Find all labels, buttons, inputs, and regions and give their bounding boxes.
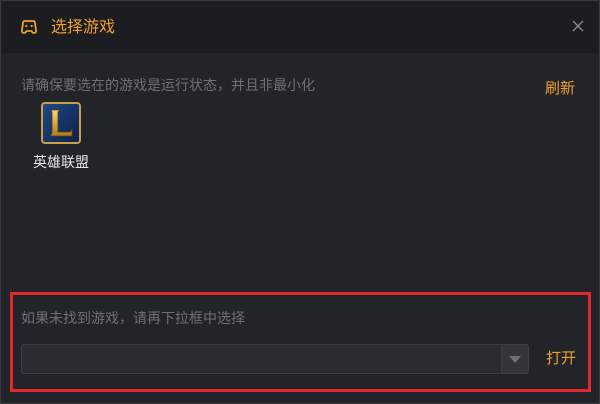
manual-select-hint: 如果未找到游戏，请再下拉框中选择 <box>21 311 245 327</box>
running-game-hint: 请确保要选在的游戏是运行状态，并且非最小化 <box>21 78 315 94</box>
game-item-league-of-legends[interactable]: 英雄联盟 <box>25 102 97 178</box>
select-game-dialog: 选择游戏 请确保要选在的游戏是运行状态，并且非最小化 刷新 英雄联盟 如果未找到… <box>0 0 600 404</box>
gamepad-icon <box>20 19 38 35</box>
dropdown-toggle[interactable] <box>501 345 528 373</box>
game-name: 英雄联盟 <box>33 155 89 171</box>
title-bar: 选择游戏 <box>1 1 599 53</box>
chevron-down-icon <box>509 356 521 363</box>
league-of-legends-icon <box>41 102 81 144</box>
open-button[interactable]: 打开 <box>546 348 576 368</box>
close-icon <box>572 20 584 32</box>
manual-select-panel: 如果未找到游戏，请再下拉框中选择 打开 <box>10 292 591 392</box>
game-select-dropdown[interactable] <box>21 344 529 374</box>
close-button[interactable] <box>567 15 589 37</box>
dialog-title: 选择游戏 <box>51 17 116 36</box>
dialog-content: 请确保要选在的游戏是运行状态，并且非最小化 刷新 英雄联盟 如果未找到游戏，请再… <box>1 53 599 403</box>
refresh-button[interactable]: 刷新 <box>545 78 575 98</box>
